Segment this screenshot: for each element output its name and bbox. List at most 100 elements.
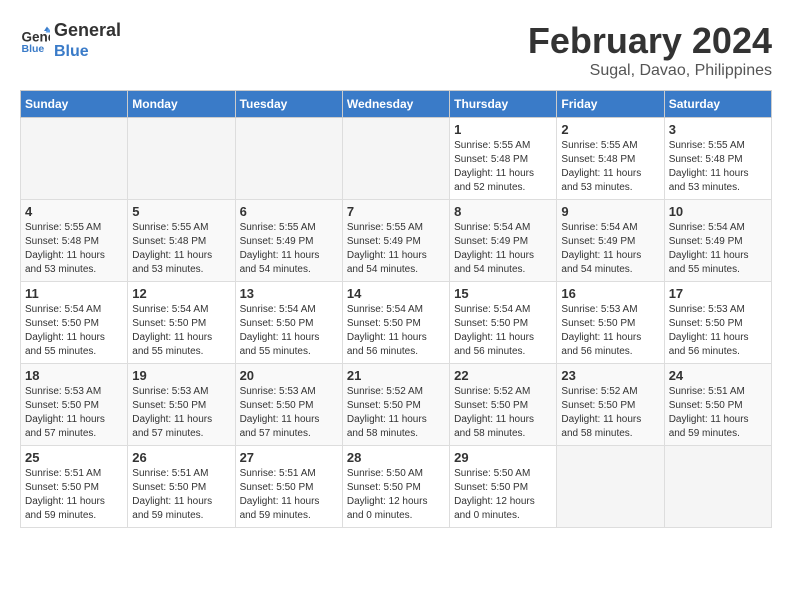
calendar-cell: 18Sunrise: 5:53 AMSunset: 5:50 PMDayligh… — [21, 364, 128, 446]
svg-text:General: General — [22, 30, 51, 45]
calendar-cell — [21, 118, 128, 200]
header-cell-saturday: Saturday — [664, 91, 771, 118]
header-cell-monday: Monday — [128, 91, 235, 118]
day-info: Sunrise: 5:53 AMSunset: 5:50 PMDaylight:… — [25, 385, 123, 441]
calendar-week-3: 18Sunrise: 5:53 AMSunset: 5:50 PMDayligh… — [21, 364, 772, 446]
calendar-cell: 21 Sunrise: 5:52 AMSunset: 5:50 PMDayligh… — [342, 364, 449, 446]
day-number: 4 — [25, 204, 123, 219]
calendar-cell: 23 Sunrise: 5:52 AMSunset: 5:50 PMDayligh… — [557, 364, 664, 446]
day-number: 5 — [132, 204, 230, 219]
day-number: 25 — [25, 450, 123, 465]
logo-icon: General Blue — [20, 25, 50, 55]
header-cell-thursday: Thursday — [450, 91, 557, 118]
calendar-cell — [235, 118, 342, 200]
day-number: 28 — [347, 450, 445, 465]
logo-text-blue: Blue — [54, 42, 121, 61]
day-number: 15 — [454, 286, 552, 301]
calendar-week-1: 4 Sunrise: 5:55 AMSunset: 5:48 PMDaylight… — [21, 200, 772, 282]
day-number: 6 — [240, 204, 338, 219]
day-info: Sunrise: 5:54 AMSunset: 5:49 PMDaylight:… — [561, 221, 659, 277]
calendar-cell: 3 Sunrise: 5:55 AMSunset: 5:48 PMDaylight… — [664, 118, 771, 200]
day-info: Sunrise: 5:55 AMSunset: 5:48 PMDaylight:… — [25, 221, 123, 277]
calendar-cell: 16 Sunrise: 5:53 AMSunset: 5:50 PMDayligh… — [557, 282, 664, 364]
day-number: 14 — [347, 286, 445, 301]
header-cell-wednesday: Wednesday — [342, 91, 449, 118]
calendar-cell: 22Sunrise: 5:52 AMSunset: 5:50 PMDayligh… — [450, 364, 557, 446]
calendar-cell: 17 Sunrise: 5:53 AMSunset: 5:50 PMDayligh… — [664, 282, 771, 364]
day-number: 3 — [669, 122, 767, 137]
title-area: February 2024 Sugal, Davao, Philippines — [528, 20, 772, 80]
day-number: 12 — [132, 286, 230, 301]
calendar-cell: 19 Sunrise: 5:53 AMSunset: 5:50 PMDayligh… — [128, 364, 235, 446]
day-number: 1 — [454, 122, 552, 137]
day-info: Sunrise: 5:55 AMSunset: 5:48 PMDaylight:… — [561, 139, 659, 195]
calendar-cell — [128, 118, 235, 200]
day-info: Sunrise: 5:55 AMSunset: 5:48 PMDaylight:… — [132, 221, 230, 277]
calendar-body: 1 Sunrise: 5:55 AMSunset: 5:48 PMDaylight… — [21, 118, 772, 528]
calendar-cell: 8 Sunrise: 5:54 AMSunset: 5:49 PMDaylight… — [450, 200, 557, 282]
day-info: Sunrise: 5:53 AMSunset: 5:50 PMDaylight:… — [669, 303, 767, 359]
day-info: Sunrise: 5:54 AMSunset: 5:50 PMDaylight:… — [240, 303, 338, 359]
day-info: Sunrise: 5:52 AMSunset: 5:50 PMDaylight:… — [454, 385, 552, 441]
day-number: 21 — [347, 368, 445, 383]
day-info: Sunrise: 5:54 AMSunset: 5:49 PMDaylight:… — [454, 221, 552, 277]
day-number: 13 — [240, 286, 338, 301]
calendar-cell: 29 Sunrise: 5:50 AMSunset: 5:50 PMDayligh… — [450, 446, 557, 528]
day-number: 23 — [561, 368, 659, 383]
main-title: February 2024 — [528, 20, 772, 62]
day-number: 29 — [454, 450, 552, 465]
day-number: 9 — [561, 204, 659, 219]
calendar-cell: 1Sunrise: 5:55 AMSunset: 5:48 PMDaylight… — [450, 118, 557, 200]
day-number: 8 — [454, 204, 552, 219]
calendar-cell: 7Sunrise: 5:55 AMSunset: 5:49 PMDaylight… — [342, 200, 449, 282]
day-number: 24 — [669, 368, 767, 383]
calendar-week-0: 1 Sunrise: 5:55 AMSunset: 5:48 PMDaylight… — [21, 118, 772, 200]
day-info: Sunrise: 5:54 AMSunset: 5:50 PMDaylight:… — [132, 303, 230, 359]
calendar-cell: 9 Sunrise: 5:54 AMSunset: 5:49 PMDaylight… — [557, 200, 664, 282]
calendar-cell: 5 Sunrise: 5:55 AMSunset: 5:48 PMDaylight… — [128, 200, 235, 282]
day-info: Sunrise: 5:54 AMSunset: 5:50 PMDaylight:… — [347, 303, 445, 359]
day-info: Sunrise: 5:54 AMSunset: 5:50 PMDaylight:… — [25, 303, 123, 359]
day-info: Sunrise: 5:55 AMSunset: 5:49 PMDaylight:… — [240, 221, 338, 277]
day-number: 10 — [669, 204, 767, 219]
day-info: Sunrise: 5:55 AMSunset: 5:49 PMDaylight:… — [347, 221, 445, 277]
calendar-week-2: 11 Sunrise: 5:54 AMSunset: 5:50 PMDayligh… — [21, 282, 772, 364]
day-number: 19 — [132, 368, 230, 383]
day-number: 11 — [25, 286, 123, 301]
day-info: Sunrise: 5:52 AMSunset: 5:50 PMDaylight:… — [561, 385, 659, 441]
day-info: Sunrise: 5:54 AMSunset: 5:50 PMDaylight:… — [454, 303, 552, 359]
logo: General Blue General Blue — [20, 20, 121, 61]
day-number: 17 — [669, 286, 767, 301]
svg-text:Blue: Blue — [22, 43, 45, 55]
calendar-cell: 15 Sunrise: 5:54 AMSunset: 5:50 PMDayligh… — [450, 282, 557, 364]
page-header: General Blue General Blue February 2024 … — [20, 20, 772, 80]
day-number: 16 — [561, 286, 659, 301]
calendar-table: SundayMondayTuesdayWednesdayThursdayFrid… — [20, 90, 772, 528]
day-info: Sunrise: 5:53 AMSunset: 5:50 PMDaylight:… — [132, 385, 230, 441]
header-row: SundayMondayTuesdayWednesdayThursdayFrid… — [21, 91, 772, 118]
calendar-header: SundayMondayTuesdayWednesdayThursdayFrid… — [21, 91, 772, 118]
day-info: Sunrise: 5:51 AMSunset: 5:50 PMDaylight:… — [132, 467, 230, 523]
day-info: Sunrise: 5:54 AMSunset: 5:49 PMDaylight:… — [669, 221, 767, 277]
calendar-cell: 11 Sunrise: 5:54 AMSunset: 5:50 PMDayligh… — [21, 282, 128, 364]
calendar-cell — [557, 446, 664, 528]
day-info: Sunrise: 5:51 AMSunset: 5:50 PMDaylight:… — [240, 467, 338, 523]
calendar-cell: 2 Sunrise: 5:55 AMSunset: 5:48 PMDaylight… — [557, 118, 664, 200]
day-info: Sunrise: 5:50 AMSunset: 5:50 PMDaylight:… — [454, 467, 552, 523]
day-info: Sunrise: 5:55 AMSunset: 5:48 PMDaylight:… — [669, 139, 767, 195]
day-info: Sunrise: 5:52 AMSunset: 5:50 PMDaylight:… — [347, 385, 445, 441]
day-number: 20 — [240, 368, 338, 383]
calendar-week-4: 25 Sunrise: 5:51 AMSunset: 5:50 PMDayligh… — [21, 446, 772, 528]
day-number: 26 — [132, 450, 230, 465]
day-info: Sunrise: 5:50 AMSunset: 5:50 PMDaylight:… — [347, 467, 445, 523]
calendar-cell: 24Sunrise: 5:51 AMSunset: 5:50 PMDayligh… — [664, 364, 771, 446]
calendar-cell: 14 Sunrise: 5:54 AMSunset: 5:50 PMDayligh… — [342, 282, 449, 364]
day-info: Sunrise: 5:53 AMSunset: 5:50 PMDaylight:… — [561, 303, 659, 359]
calendar-cell: 4 Sunrise: 5:55 AMSunset: 5:48 PMDaylight… — [21, 200, 128, 282]
calendar-cell: 6 Sunrise: 5:55 AMSunset: 5:49 PMDaylight… — [235, 200, 342, 282]
header-cell-friday: Friday — [557, 91, 664, 118]
day-number: 2 — [561, 122, 659, 137]
calendar-cell — [664, 446, 771, 528]
calendar-cell: 26 Sunrise: 5:51 AMSunset: 5:50 PMDayligh… — [128, 446, 235, 528]
calendar-cell: 10 Sunrise: 5:54 AMSunset: 5:49 PMDayligh… — [664, 200, 771, 282]
